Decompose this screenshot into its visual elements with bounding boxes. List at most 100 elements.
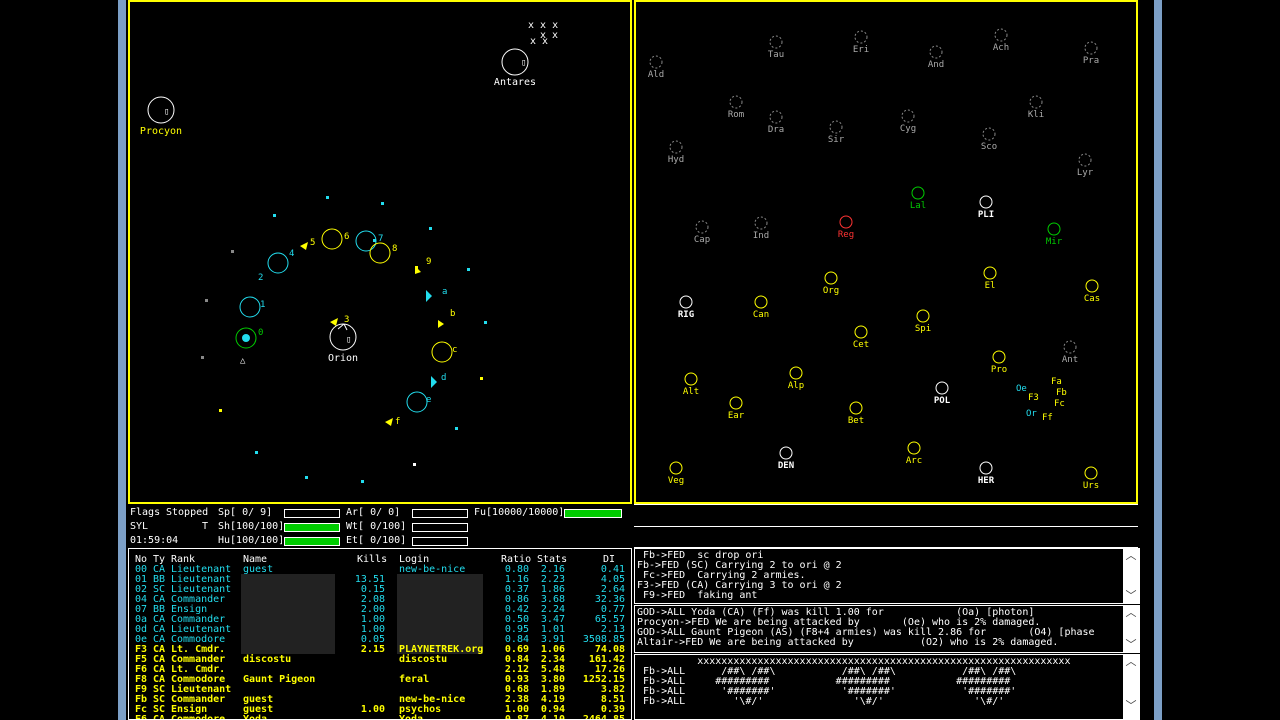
galactic-planet-veg[interactable]: Veg [668,461,684,486]
warning-area [634,504,1138,548]
galactic-planet-pli[interactable]: PLI [978,195,994,220]
ship-label: f [395,417,400,427]
planet-marker [1047,222,1061,236]
galactic-ship-tag[interactable]: Or [1026,409,1037,419]
galactic-planet-ear[interactable]: Ear [728,396,745,421]
ship-label: 9 [426,257,431,267]
galactic-planet-reg[interactable]: Reg [838,215,854,240]
galactic-planet-hyd[interactable]: Hyd [668,140,684,165]
galactic-planet-den[interactable]: DEN [778,446,794,471]
galactic-ship-tag[interactable]: Fc [1054,399,1065,409]
galactic-planet-cap[interactable]: Cap [694,220,710,245]
galactic-planet-pro[interactable]: Pro [991,350,1007,375]
galactic-planet-sco[interactable]: Sco [981,127,997,152]
review-messages[interactable]: xxxxxxxxxxxxxxxxxxxxxxxxxxxxxxxxxxxxxxxx… [634,654,1140,720]
scroll-down-icon[interactable]: ﹀ [1123,639,1139,650]
galactic-planet-el[interactable]: El [983,266,997,291]
galactic-planet-ald[interactable]: Ald [648,55,664,80]
galactic-planet-spi[interactable]: Spi [915,309,931,334]
galactic-planet-lal[interactable]: Lal [910,186,926,211]
galactic-planet-cyg[interactable]: Cyg [900,109,916,134]
galactic-planet-alp[interactable]: Alp [788,366,804,391]
planet-marker [1078,153,1092,167]
planet-marker [789,366,803,380]
ship-label: d [441,373,446,383]
all-messages[interactable]: GOD->ALL Yoda (CA) (Ff) was kill 1.00 fo… [634,605,1140,653]
planet-marker [854,30,868,44]
planet-label: Mir [1046,237,1063,247]
galactic-planet-alt[interactable]: Alt [683,372,699,397]
ship-label: c [452,345,457,355]
review-messages-scrollbar[interactable]: ︿ ﹀ [1123,655,1139,719]
planet-label: Pra [1083,56,1099,66]
player-list[interactable]: No Ty Rank Name Kills Login Ratio Stats … [128,548,632,720]
planet-label: Org [823,286,839,296]
team-messages-scrollbar[interactable]: ︿ ﹀ [1123,549,1139,603]
planet-antares[interactable]: ▯ Antares [494,48,536,88]
scroll-down-icon[interactable]: ﹀ [1123,700,1139,711]
friendly-ships[interactable]: 6 8 5 9 b c f 3 [300,228,457,427]
scroll-up-icon[interactable]: ︿ [1123,656,1139,667]
planet-marker [754,216,768,230]
galactic-planet-ind[interactable]: Ind [753,216,769,241]
flags-label: Flags [130,507,161,518]
galactic-map[interactable]: Ald Tau Eri And Ach Pra Rom Dra Sir Cyg Kli Sco Hyd L… [634,0,1138,504]
all-messages-scrollbar[interactable]: ︿ ﹀ [1123,606,1139,652]
team-messages[interactable]: Fb->FED sc drop ori Fb->FED (SC) Carrying… [634,548,1140,604]
planet-label: HER [978,476,995,486]
flags-value: Stopped [166,507,209,518]
planet-orion[interactable]: ▯ Orion [328,323,358,364]
planet-label: And [928,60,944,70]
scroll-down-icon[interactable]: ﹀ [1123,590,1139,601]
galactic-planet-arc[interactable]: Arc [906,441,922,466]
planet-marker [729,95,743,109]
planet-label: Cet [853,340,869,350]
galactic-planet-sir[interactable]: Sir [828,120,845,145]
galactic-planet-eri[interactable]: Eri [853,30,869,55]
scroll-up-icon[interactable]: ︿ [1123,607,1139,618]
planet-procyon[interactable]: ▯ Procyon [140,96,182,137]
fuel-bar [564,509,622,518]
galactic-planet-org[interactable]: Org [823,271,839,296]
player-row[interactable]: F6 CA Commodore Yoda Yoda 0.87 4.10 2464.85 [129,715,629,720]
galactic-planet-bet[interactable]: Bet [848,401,864,426]
ship-label: 3 [344,315,349,325]
planet-label: Veg [668,476,684,486]
hull-bar [284,537,340,546]
planet-label: Cyg [900,124,916,134]
planet-marker [1084,41,1098,55]
speed-readout: Sp[ 0/ 9] [218,507,273,518]
planet-label: Ach [993,43,1009,53]
galactic-planet-dra[interactable]: Dra [768,110,784,135]
planet-marker [695,220,709,234]
galactic-planet-urs[interactable]: Urs [1083,466,1099,491]
galactic-planet-rig[interactable]: RIG [678,295,694,320]
player-ship[interactable]: 0 △ [235,327,263,366]
galactic-planet-mir[interactable]: Mir [1046,222,1063,247]
galactic-planet-ach[interactable]: Ach [993,28,1009,53]
galactic-planet-cet[interactable]: Cet [853,325,869,350]
galactic-planet-tau[interactable]: Tau [768,35,784,60]
galactic-planet-pol[interactable]: POL [934,381,951,406]
galactic-planet-kli[interactable]: Kli [1028,95,1044,120]
galactic-planet-rom[interactable]: Rom [728,95,744,120]
planet-marker [684,372,698,386]
galactic-planet-cas[interactable]: Cas [1084,279,1100,304]
scroll-up-icon[interactable]: ︿ [1123,550,1139,561]
galactic-planet-can[interactable]: Can [753,295,769,320]
planet-label: Can [753,310,769,320]
galactic-ship-tag[interactable]: Fb [1056,388,1067,398]
galactic-planet-pra[interactable]: Pra [1083,41,1099,66]
planet-label: Urs [1083,481,1099,491]
galactic-ship-tag[interactable]: Oe [1016,384,1027,394]
galactic-planet-ant[interactable]: Ant [1062,340,1078,365]
galactic-planet-her[interactable]: HER [978,461,995,486]
galactic-planet-lyr[interactable]: Lyr [1077,153,1094,178]
planet-marker [754,295,768,309]
tactical-map[interactable]: x x x x x x x ▯ Antares ▯ Procyon ▯ Orio… [128,0,632,504]
galactic-ship-tag[interactable]: Fa [1051,377,1062,387]
galactic-planet-and[interactable]: And [928,45,944,70]
galactic-ship-tag[interactable]: F3 [1028,393,1039,403]
player-ty: CA [153,714,166,720]
galactic-ship-tag[interactable]: Ff [1042,413,1053,423]
